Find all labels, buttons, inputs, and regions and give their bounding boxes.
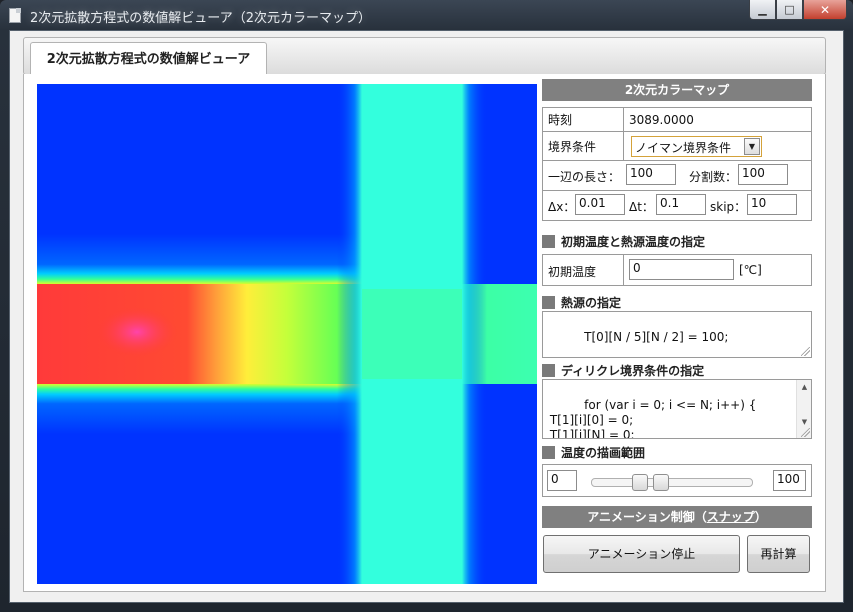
section-marker-icon	[542, 234, 555, 248]
time-value: 3089.0000	[629, 112, 694, 127]
boundary-select[interactable]: ノイマン境界条件 ▼	[631, 136, 762, 157]
range-slider-high-thumb[interactable]	[652, 474, 669, 491]
heat-source-spot	[97, 307, 177, 357]
initial-temp-input[interactable]: 0	[629, 259, 734, 280]
time-row: 時刻 3089.0000	[543, 108, 811, 132]
app-window: 2次元拡散方程式の数値解ビューア（2次元カラーマップ） ▁ □ ✕ 2次元拡散方…	[0, 0, 853, 612]
initial-temp-box: 初期温度 0 [℃]	[542, 254, 812, 286]
channel-edge-left	[337, 84, 362, 584]
tab-page: 2次元カラーマップ 時刻 3089.0000 境界条件 ノイマン境界条件 ▼ 一…	[23, 74, 826, 592]
heat-source-editor[interactable]: T[0][N / 5][N / 2] = 100;	[542, 311, 812, 358]
skip-input[interactable]: 10	[747, 194, 797, 215]
dx-input[interactable]: 0.01	[575, 194, 625, 215]
temp-unit: [℃]	[739, 263, 762, 277]
initial-heading: 初期温度と熱源温度の指定	[542, 232, 705, 250]
range-heading: 温度の描画範囲	[542, 443, 645, 461]
section-marker-icon	[542, 295, 555, 309]
step-row: Δx： 0.01 Δt： 0.1 skip： 10	[543, 191, 811, 220]
range-slider-track[interactable]	[591, 478, 753, 487]
close-button[interactable]: ✕	[803, 0, 847, 20]
title-bar[interactable]: 2次元拡散方程式の数値解ビューア（2次元カラーマップ） ▁ □ ✕	[0, 0, 853, 30]
resize-grip-icon[interactable]	[801, 428, 810, 437]
maximize-button[interactable]: □	[776, 0, 803, 20]
tab-diffusion-viewer[interactable]: 2次元拡散方程式の数値解ビューア	[30, 42, 267, 77]
time-label: 時刻	[548, 113, 573, 127]
boundary-row: 境界条件 ノイマン境界条件 ▼	[543, 132, 811, 161]
initial-temp-label: 初期温度	[548, 265, 597, 279]
channel-junction	[362, 289, 462, 379]
animation-heading: アニメーション制御（スナップ）	[542, 506, 812, 528]
dirichlet-heading: ディリクレ境界条件の指定	[542, 361, 704, 379]
range-slider-low-thumb[interactable]	[631, 474, 648, 491]
divisions-label: 分割数：	[689, 170, 738, 184]
length-input[interactable]: 100	[626, 164, 676, 185]
lower-transition	[37, 379, 362, 434]
parameter-grid: 時刻 3089.0000 境界条件 ノイマン境界条件 ▼ 一辺の長さ： 100 …	[542, 107, 812, 221]
section-marker-icon	[542, 363, 555, 377]
recalculate-button[interactable]: 再計算	[747, 535, 810, 573]
colormap-heading: 2次元カラーマップ	[542, 79, 812, 101]
minimize-button[interactable]: ▁	[749, 0, 776, 20]
range-min-input[interactable]: 0	[547, 470, 577, 491]
scroll-up-icon[interactable]: ▲	[797, 380, 811, 395]
resize-grip-icon[interactable]	[801, 347, 810, 356]
dt-input[interactable]: 0.1	[656, 194, 706, 215]
range-max-input[interactable]: 100	[773, 470, 806, 491]
dt-label: Δt：	[629, 200, 654, 214]
chevron-down-icon[interactable]: ▼	[744, 138, 760, 155]
client-area: 2次元拡散方程式の数値解ビューア 2次元カラーマップ 時刻 3089.0000 …	[9, 30, 844, 603]
stop-animation-button[interactable]: アニメーション停止	[543, 535, 740, 573]
tab-strip: 2次元拡散方程式の数値解ビューア	[23, 37, 826, 77]
length-label: 一辺の長さ：	[548, 170, 621, 184]
section-marker-icon	[542, 445, 555, 459]
upper-transition	[37, 234, 362, 289]
snap-link[interactable]: スナップ	[707, 510, 755, 524]
colormap-canvas	[37, 84, 537, 584]
boundary-selected: ノイマン境界条件	[635, 141, 732, 155]
window-controls: ▁ □ ✕	[749, 0, 847, 20]
length-row: 一辺の長さ： 100 分割数： 100	[543, 161, 811, 191]
window-title: 2次元拡散方程式の数値解ビューア（2次元カラーマップ）	[30, 11, 372, 26]
skip-label: skip：	[710, 200, 747, 214]
divisions-input[interactable]: 100	[738, 164, 788, 185]
document-icon	[9, 8, 21, 23]
dx-label: Δx：	[548, 200, 576, 214]
boundary-label: 境界条件	[548, 139, 597, 154]
range-slider-box: 0 100	[542, 464, 812, 497]
channel-edge-right	[462, 84, 487, 584]
heat-source-heading: 熱源の指定	[542, 293, 621, 311]
dirichlet-editor[interactable]: for (var i = 0; i <= N; i++) { T[1][i][0…	[542, 379, 812, 439]
